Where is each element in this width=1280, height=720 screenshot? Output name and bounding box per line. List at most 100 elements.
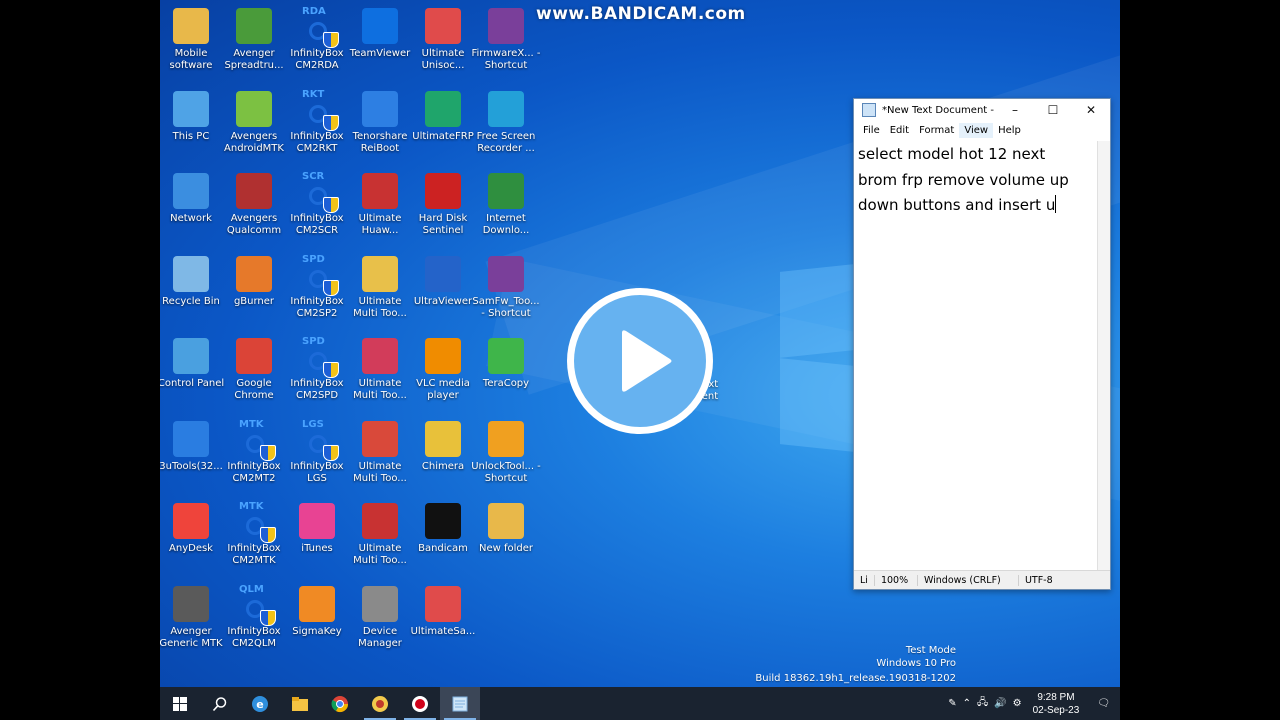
desktop-icon-label: InfinityBox CM2RDA	[290, 48, 344, 71]
gburner-icon	[236, 255, 272, 292]
desktop-icon[interactable]: Avengers AndroidMTK	[219, 90, 289, 155]
show-hidden-icons-icon[interactable]: ⌃	[960, 698, 974, 709]
ultimate-tool-icon	[372, 695, 388, 712]
desktop-icon[interactable]: Control Panel	[160, 338, 226, 390]
desktop-icon[interactable]: Avengers Qualcomm	[219, 173, 289, 237]
desktop-icon-label: InfinityBox CM2MT2	[227, 460, 281, 484]
play-icon	[574, 295, 706, 427]
desktop-icon[interactable]: SPD InfinityBox CM2SPD	[282, 336, 352, 402]
close-button[interactable]: ✕	[1072, 99, 1110, 121]
language-icon[interactable]: ⚙	[1010, 698, 1025, 709]
desktop-icon-label: Hard Disk Sentinel	[418, 213, 468, 236]
desktop-icon[interactable]: Ultimate Multi Too...	[345, 255, 415, 320]
video-play-button[interactable]	[567, 288, 713, 434]
desktop-icon[interactable]: gBurner	[219, 255, 289, 308]
taskbar-notepad[interactable]	[440, 687, 480, 720]
desktop-icon-label: UltraViewer	[413, 295, 473, 307]
desktop-icon[interactable]: Tenorshare ReiBoot	[345, 90, 415, 155]
desktop-icon[interactable]: Chimera	[408, 420, 478, 473]
desktop-icon[interactable]: UltraViewer	[408, 255, 478, 308]
notepad-titlebar[interactable]: *New Text Document - ... – ☐ ✕	[854, 99, 1110, 121]
desktop-icon[interactable]: RKT InfinityBox CM2RKT	[282, 89, 352, 155]
notepad-window[interactable]: *New Text Document - ... – ☐ ✕ File Edit…	[853, 98, 1111, 590]
volume-icon[interactable]: 🔊	[991, 698, 1009, 709]
pen-workspace-icon[interactable]: ✎	[945, 698, 959, 709]
status-line-ending: Windows (CRLF)	[918, 574, 1019, 586]
status-zoom: 100%	[875, 574, 918, 586]
menu-file[interactable]: File	[858, 123, 885, 138]
desktop-icon-label: Control Panel	[160, 378, 225, 389]
desktop-icon-label: InfinityBox CM2SCR	[290, 213, 344, 236]
menu-view[interactable]: View	[959, 122, 994, 138]
desktop-icon[interactable]: UltimateSa...	[408, 585, 478, 638]
desktop-icon[interactable]: This PC	[160, 90, 226, 143]
desktop-icon[interactable]: SamFw_Too... - Shortcut	[471, 255, 541, 320]
taskbar-ultimate-tool[interactable]	[360, 687, 400, 720]
bandicam-icon	[412, 695, 428, 712]
desktop-icon[interactable]: Mobile software	[160, 8, 226, 72]
desktop-icon[interactable]: QLM InfinityBox CM2QLM	[219, 584, 289, 650]
infinitybox-icon: MTK	[236, 419, 276, 461]
sigmakey-icon	[299, 585, 335, 622]
clock[interactable]: 9:28 PM 02-Sep-23	[1025, 691, 1088, 717]
menu-edit[interactable]: Edit	[885, 123, 914, 138]
start-button[interactable]	[160, 687, 200, 720]
menu-help[interactable]: Help	[993, 123, 1026, 138]
desktop-icon[interactable]: Internet Downlo...	[471, 173, 541, 237]
desktop-icon[interactable]: VLC media player	[408, 338, 478, 402]
taskbar-edge[interactable]: e	[240, 687, 280, 720]
desktop-icon[interactable]: Ultimate Multi Too...	[345, 503, 415, 567]
desktop-icon-label: TeraCopy	[482, 378, 530, 389]
desktop-icon[interactable]: Device Manager	[345, 585, 415, 650]
taskbar-chrome[interactable]	[320, 687, 360, 720]
menu-format[interactable]: Format	[914, 123, 959, 138]
desktop-icon[interactable]: SigmaKey	[282, 585, 352, 638]
desktop-icon[interactable]: MTK InfinityBox CM2MT2	[219, 419, 289, 485]
desktop-icon[interactable]: Hard Disk Sentinel	[408, 173, 478, 237]
frp-icon	[425, 90, 461, 127]
desktop-icon[interactable]: Ultimate Unisoc...	[408, 8, 478, 72]
teamviewer-icon	[362, 8, 398, 44]
network-icon[interactable]: 🖧	[974, 695, 991, 712]
desktop-icon[interactable]: Ultimate Multi Too...	[345, 338, 415, 402]
desktop-icon-label: Network	[170, 213, 212, 224]
desktop-icon[interactable]: RDA InfinityBox CM2RDA	[282, 6, 352, 72]
desktop-icon[interactable]: AnyDesk	[160, 503, 226, 555]
icon-tag: SPD	[302, 253, 325, 265]
desktop-icon[interactable]: iTunes	[282, 503, 352, 555]
android-avenger-icon	[236, 8, 272, 44]
desktop-icon[interactable]: TeamViewer	[345, 8, 415, 60]
recorder-icon	[488, 90, 524, 127]
desktop-icon[interactable]: Network	[160, 173, 226, 225]
desktop-icon[interactable]: 3uTools(32...	[160, 420, 226, 473]
action-center-icon[interactable]: 🗨	[1087, 698, 1120, 709]
maximize-button[interactable]: ☐	[1034, 99, 1072, 121]
desktop-icon[interactable]: MTK InfinityBox CM2MTK	[219, 501, 289, 567]
minimize-button[interactable]: –	[996, 99, 1034, 121]
desktop-icon[interactable]: UltimateFRP	[408, 90, 478, 143]
desktop-icon[interactable]: Avenger Generic MTK	[160, 585, 226, 650]
desktop-icon[interactable]: Bandicam	[408, 503, 478, 555]
search-button[interactable]	[200, 687, 240, 720]
desktop-icon[interactable]: SCR InfinityBox CM2SCR	[282, 171, 352, 237]
desktop-icon[interactable]: Recycle Bin	[160, 255, 226, 308]
taskbar-file-explorer[interactable]	[280, 687, 320, 720]
desktop-icon[interactable]: New folder	[471, 503, 541, 555]
desktop-icon[interactable]: FirmwareX... - Shortcut	[471, 8, 541, 72]
desktop-icon[interactable]: Ultimate Huaw...	[345, 173, 415, 237]
desktop-icon[interactable]: Ultimate Multi Too...	[345, 420, 415, 485]
desktop-icon[interactable]: Google Chrome	[219, 338, 289, 402]
vertical-scrollbar[interactable]	[1097, 141, 1110, 571]
uac-shield-icon	[260, 444, 276, 461]
desktop-icon[interactable]: Free Screen Recorder ...	[471, 90, 541, 155]
chimera-icon	[425, 420, 461, 457]
taskbar-bandicam[interactable]	[400, 687, 440, 720]
desktop-icon[interactable]: TeraCopy	[471, 338, 541, 390]
desktop-icon[interactable]: LGS InfinityBox LGS	[282, 419, 352, 485]
desktop-icon-label: SigmaKey	[292, 625, 342, 637]
ultimate-icon	[362, 420, 398, 457]
desktop-icon[interactable]: SPD InfinityBox CM2SP2	[282, 253, 352, 320]
text-editor[interactable]: select model hot 12 next brom frp remove…	[854, 141, 1098, 571]
desktop-icon[interactable]: Avenger Spreadtru...	[219, 8, 289, 72]
desktop-icon[interactable]: UnlockTool... - Shortcut	[471, 420, 541, 485]
